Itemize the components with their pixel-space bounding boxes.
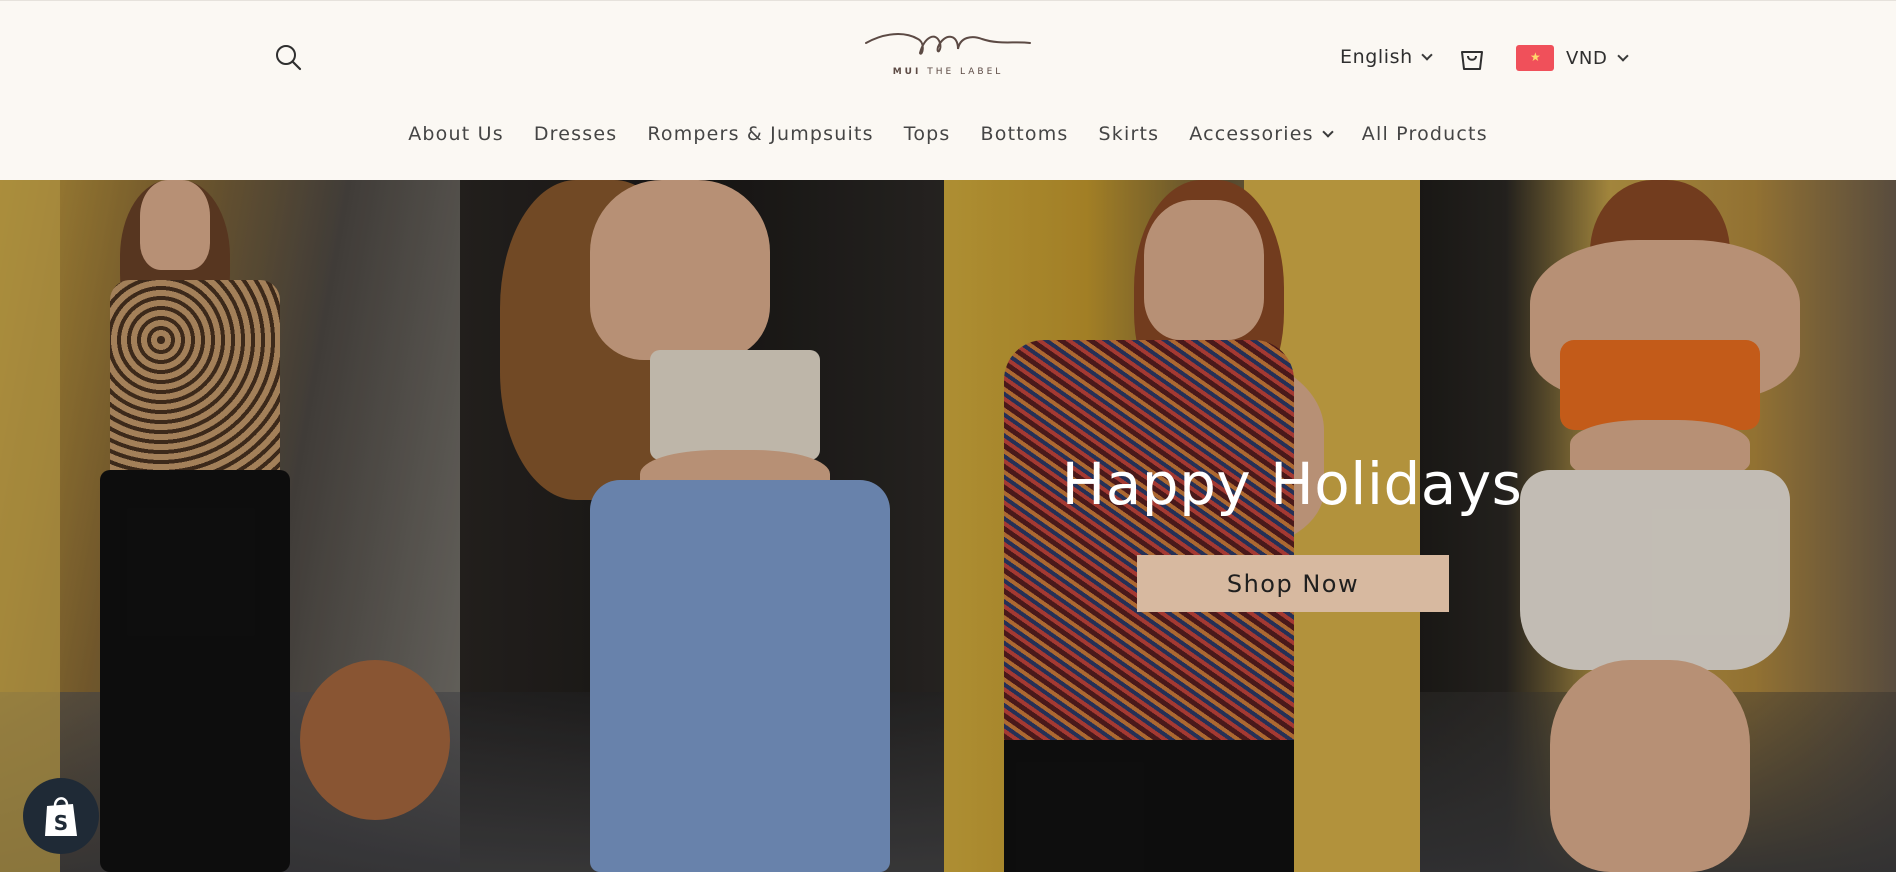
hero-dim-overlay	[0, 180, 1896, 872]
language-label: English	[1340, 46, 1413, 68]
nav-item-accessories[interactable]: Accessories	[1174, 119, 1347, 149]
shopify-badge[interactable]: S	[23, 778, 99, 854]
nav-item-rompers-jumpsuits[interactable]: Rompers & Jumpsuits	[632, 119, 888, 149]
currency-selector[interactable]: ★ VND	[1516, 45, 1630, 71]
hero-title: Happy Holidays	[1061, 450, 1523, 518]
hero-banner: Happy Holidays Shop Now	[0, 180, 1896, 872]
shopify-bag-icon: S	[45, 797, 77, 836]
logo-wordmark: MUI THE LABEL	[892, 67, 1004, 77]
nav-item-bottoms[interactable]: Bottoms	[966, 119, 1084, 149]
site-logo[interactable]: MUI THE LABEL	[862, 25, 1034, 91]
search-button[interactable]	[274, 43, 304, 73]
language-selector[interactable]: English	[1340, 45, 1433, 69]
vietnam-flag-icon: ★	[1516, 45, 1554, 71]
nav-item-dresses[interactable]: Dresses	[519, 119, 633, 149]
shop-now-button[interactable]: Shop Now	[1137, 555, 1449, 612]
cart-icon	[1461, 51, 1483, 70]
site-header: MUI THE LABEL English ★ VND About Us Dre…	[0, 0, 1896, 180]
cart-button[interactable]	[1458, 44, 1486, 72]
chevron-down-icon	[1617, 50, 1630, 62]
nav-item-about-us[interactable]: About Us	[393, 119, 519, 149]
main-navigation: About Us Dresses Rompers & Jumpsuits Top…	[0, 119, 1896, 149]
svg-text:S: S	[54, 811, 68, 835]
currency-label: VND	[1566, 47, 1608, 69]
chevron-down-icon	[1421, 49, 1433, 61]
nav-item-tops[interactable]: Tops	[889, 119, 966, 149]
logo-signature-icon	[865, 33, 1031, 55]
nav-item-skirts[interactable]: Skirts	[1084, 119, 1175, 149]
nav-item-all-products[interactable]: All Products	[1347, 119, 1503, 149]
search-icon	[276, 45, 302, 71]
chevron-down-icon	[1322, 126, 1334, 138]
